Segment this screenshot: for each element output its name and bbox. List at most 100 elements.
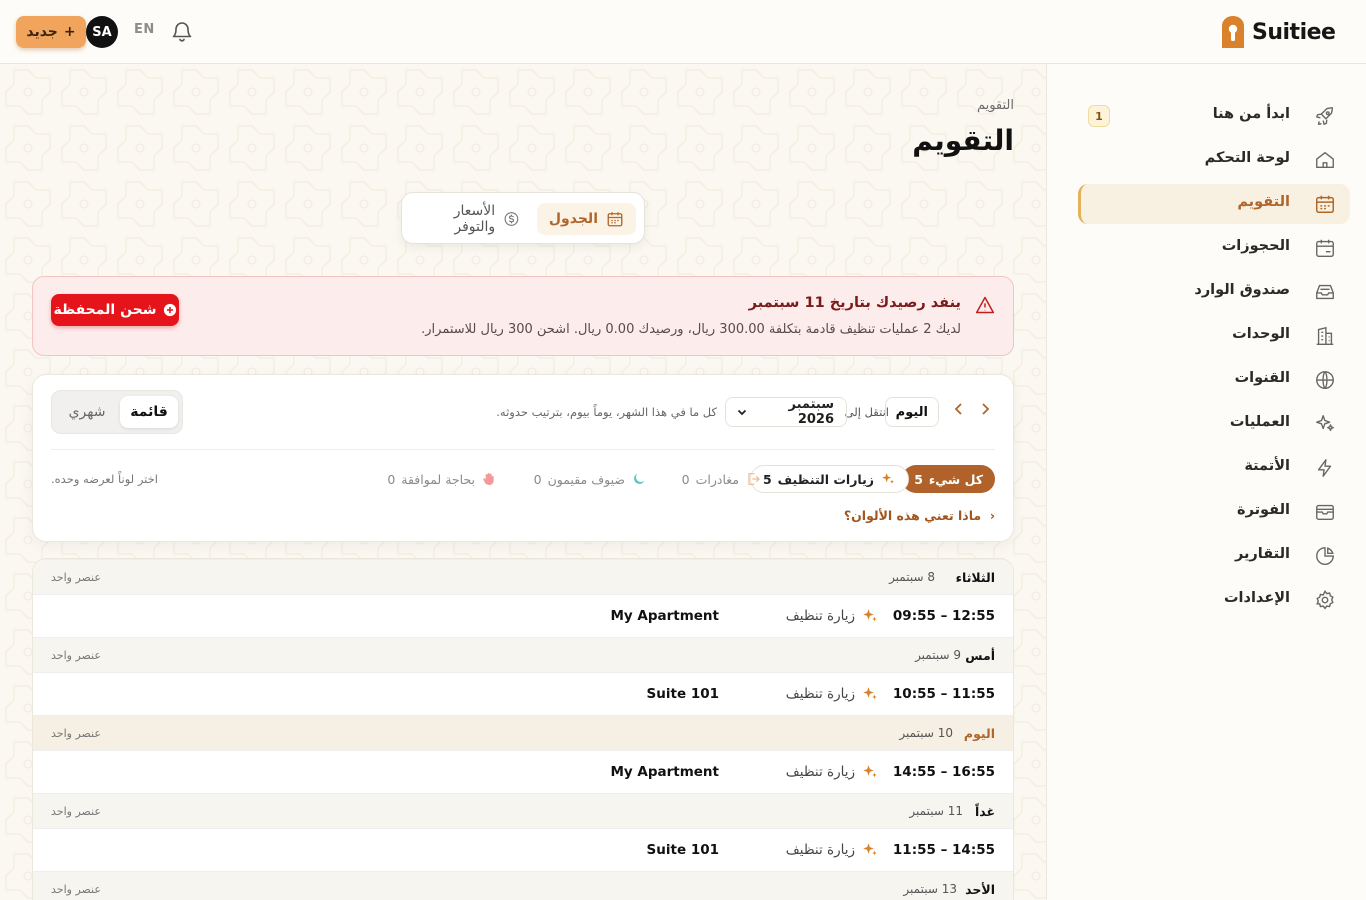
filter-all-count: 5 [914, 471, 923, 487]
day-name: الأحد [965, 882, 995, 897]
notification-badge: 1 [1088, 105, 1110, 127]
day-item-count: عنصر واحد [51, 883, 101, 896]
divider [51, 449, 995, 450]
event-type: زيارة تنظيف [785, 842, 855, 858]
moon-icon [634, 473, 645, 484]
wallet-icon [1316, 504, 1334, 521]
building-icon [1316, 326, 1334, 345]
sidebar-item-label: الوحدات [1232, 326, 1290, 342]
sidebar-item-reports[interactable]: التقارير [1078, 536, 1350, 576]
low-balance-alert: ينفد رصيدك بتاريخ 11 سبتمبر لديك 2 عمليا… [32, 276, 1014, 356]
day-item-count: عنصر واحد [51, 727, 101, 740]
sidebar-item-operations[interactable]: العمليات [1078, 404, 1350, 444]
day-name: اليوم [963, 726, 995, 741]
view-tabs: الجدول الأسعار والتوفر [401, 192, 645, 244]
topup-wallet-button[interactable]: شحن المحفظة [51, 294, 179, 326]
sidebar-item-units[interactable]: الوحدات [1078, 316, 1350, 356]
today-button[interactable]: اليوم [884, 397, 939, 427]
sidebar-item-bookings[interactable]: الحجوزات [1078, 228, 1350, 268]
event-row[interactable]: 09:55 – 12:55 زيارة تنظيف My Apartment [33, 595, 1013, 637]
sidebar-item-channels[interactable]: القنوات [1078, 360, 1350, 400]
exit-door-icon [748, 473, 760, 485]
month-select[interactable]: سبتمبر 2026 [725, 397, 847, 427]
sidebar-item-label: الإعدادات [1223, 590, 1290, 606]
sidebar-item-inbox[interactable]: صندوق الوارد [1078, 272, 1350, 312]
sidebar-item-automation[interactable]: الأتمتة [1078, 448, 1350, 488]
tab-pricing[interactable]: الأسعار والتوفر [402, 203, 532, 235]
month-hint: كل ما في هذا الشهر، يوماً بيوم، بترتيب ح… [496, 405, 717, 419]
filter-chip-staying[interactable]: ضيوف مقيمون 0 [522, 465, 659, 493]
chevron-down-icon [737, 409, 747, 416]
day-header-today: اليوم 10 سبتمبر عنصر واحد [33, 715, 1013, 751]
sidebar-item-billing[interactable]: الفوترة [1078, 492, 1350, 532]
filter-departures-count: 0 [681, 471, 690, 487]
colors-legend-link[interactable]: ‹ ماذا تعني هذه الألوان؟ [844, 508, 995, 523]
tab-schedule[interactable]: الجدول [536, 203, 636, 235]
day-item-count: عنصر واحد [51, 571, 101, 584]
day-name: الثلاثاء [955, 570, 995, 585]
sidebar-item-dashboard[interactable]: لوحة التحكم [1078, 140, 1350, 180]
filter-departures-label: مغادرات [695, 471, 739, 487]
event-type: زيارة تنظيف [785, 764, 855, 780]
breadcrumb[interactable]: التقويم [977, 98, 1014, 113]
event-row[interactable]: 10:55 – 11:55 زيارة تنظيف Suite 101 [33, 673, 1013, 715]
top-bar: جديد + SA EN Suitiee [0, 0, 1366, 64]
view-month-button[interactable]: شهري [58, 396, 116, 428]
alert-text: لديك 2 عمليات تنظيف قادمة بتكلفة 300.00 … [421, 322, 961, 337]
sidebar-item-label: لوحة التحكم [1204, 150, 1290, 166]
day-item-count: عنصر واحد [51, 805, 101, 818]
month-select-value: سبتمبر 2026 [788, 397, 834, 427]
keyhole-logo-icon [1222, 16, 1244, 48]
hand-icon [483, 473, 494, 485]
topup-wallet-label: شحن المحفظة [53, 302, 157, 318]
event-unit: My Apartment [610, 608, 719, 624]
filter-chip-approval[interactable]: بحاجة لموافقة 0 [375, 465, 509, 493]
filter-chip-cleaning[interactable]: زيارات التنظيف 5 [749, 465, 909, 493]
day-date: 9 سبتمبر [915, 648, 961, 662]
filter-approval-count: 0 [387, 471, 396, 487]
event-unit: My Apartment [610, 764, 719, 780]
sidebar-item-label: ابدأ من هنا [1212, 106, 1290, 122]
goto-label: انتقل إلى [844, 405, 889, 419]
rocket-icon [1316, 107, 1334, 125]
event-time: 09:55 – 12:55 [892, 608, 995, 624]
avatar[interactable]: SA [86, 16, 118, 48]
day-name: أمس [965, 648, 995, 663]
day-item-count: عنصر واحد [51, 649, 101, 662]
filter-chip-departures[interactable]: مغادرات 0 [670, 465, 773, 493]
language-switch[interactable]: EN [134, 22, 155, 37]
event-time: 10:55 – 11:55 [892, 686, 995, 702]
event-unit: Suite 101 [646, 842, 719, 858]
sparkles-icon [1316, 415, 1334, 432]
sidebar-item-get-started[interactable]: ابدأ من هنا 1 [1078, 96, 1350, 136]
event-row[interactable]: 14:55 – 16:55 زيارة تنظيف My Apartment [33, 751, 1013, 793]
sparkles-icon [882, 473, 894, 484]
warning-icon [975, 296, 995, 314]
sidebar-item-calendar[interactable]: التقويم [1078, 184, 1350, 224]
day-list: الثلاثاء 8 سبتمبر عنصر واحد 09:55 – 12:5… [32, 558, 1014, 900]
filter-chip-all[interactable]: كل شيء 5 [902, 465, 995, 493]
sidebar-item-label: العمليات [1229, 414, 1290, 430]
chevron-right-icon[interactable] [977, 401, 993, 417]
day-date: 10 سبتمبر [899, 726, 953, 740]
event-time: 11:55 – 14:55 [892, 842, 995, 858]
brand-logo[interactable]: Suitiee [1220, 14, 1336, 50]
pie-chart-icon [1316, 547, 1334, 565]
home-icon [1316, 151, 1334, 169]
day-header: الأحد 13 سبتمبر عنصر واحد [33, 871, 1013, 900]
calendar-icon [1316, 195, 1334, 213]
sidebar-item-settings[interactable]: الإعدادات [1078, 580, 1350, 620]
sidebar-item-label: صندوق الوارد [1194, 282, 1290, 298]
event-row[interactable]: 11:55 – 14:55 زيارة تنظيف Suite 101 [33, 829, 1013, 871]
sparkles-icon [863, 843, 877, 856]
bell-icon[interactable] [170, 20, 194, 44]
view-list-button[interactable]: قائمة [120, 396, 178, 428]
sidebar-item-label: التقارير [1234, 546, 1290, 562]
sidebar-item-label: القنوات [1234, 370, 1290, 386]
sparkles-icon [863, 687, 877, 700]
new-button[interactable]: جديد + [16, 16, 86, 48]
chevron-left-icon[interactable] [951, 401, 967, 417]
sparkles-icon [863, 609, 877, 622]
dollar-circle-icon [504, 212, 519, 226]
day-header: غداً 11 سبتمبر عنصر واحد [33, 793, 1013, 829]
